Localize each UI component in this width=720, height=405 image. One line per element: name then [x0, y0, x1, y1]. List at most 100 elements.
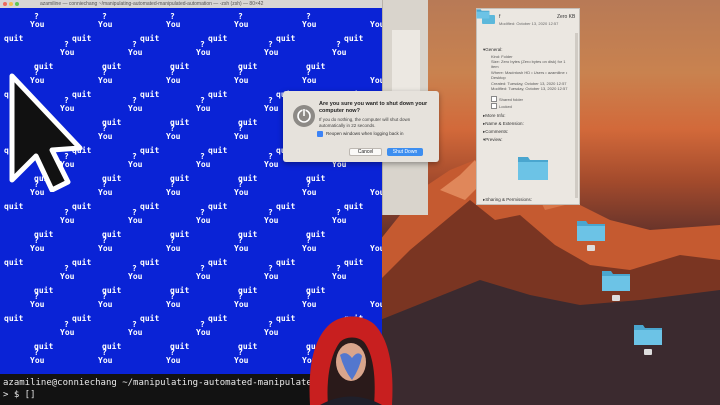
terminal-quit-word: quit: [344, 202, 364, 211]
terminal-you-word: You: [98, 20, 113, 29]
terminal-quit-word: quit: [140, 34, 160, 43]
dialog-title: Are you sure you want to shut down your …: [319, 101, 428, 114]
terminal-you-word: You: [264, 160, 279, 169]
power-icon: [293, 105, 315, 127]
terminal-you-word: You: [60, 216, 75, 225]
terminal-quit-word: quit: [140, 258, 160, 267]
desktop-folder-icon[interactable]: [601, 268, 631, 292]
terminal-you-word: You: [370, 76, 382, 85]
info-scrollbar[interactable]: [575, 33, 578, 198]
terminal-you-word: You: [98, 244, 113, 253]
terminal-you-word: You: [30, 356, 45, 365]
terminal-you-word: You: [196, 216, 211, 225]
terminal-you-word: You: [302, 244, 317, 253]
terminal-you-word: You: [166, 20, 181, 29]
terminal-you-word: You: [60, 48, 75, 57]
comments-section-toggle[interactable]: Comments:: [483, 129, 508, 135]
terminal-you-word: You: [98, 356, 113, 365]
shut-down-button[interactable]: Shut Down: [387, 148, 423, 156]
terminal-quit-word: quit: [208, 314, 228, 323]
terminal-quit-word: quit: [72, 314, 92, 323]
terminal-you-word: You: [128, 104, 143, 113]
terminal-you-word: You: [128, 272, 143, 281]
terminal-you-word: You: [234, 76, 249, 85]
terminal-quit-word: quit: [72, 34, 92, 43]
terminal-quit-word: quit: [4, 314, 24, 323]
terminal-you-word: You: [370, 20, 382, 29]
more-info-section-toggle[interactable]: More Info:: [483, 113, 505, 119]
terminal-you-word: You: [234, 300, 249, 309]
desktop-folder-label: [612, 295, 620, 301]
terminal-you-word: You: [128, 328, 143, 337]
terminal-you-word: You: [234, 244, 249, 253]
terminal-you-word: You: [332, 272, 347, 281]
info-size-line: Size: Zero bytes (Zero bytes on disk) fo…: [491, 59, 566, 69]
terminal-you-word: You: [98, 132, 113, 141]
terminal-you-word: You: [166, 132, 181, 141]
terminal-you-word: You: [302, 188, 317, 197]
terminal-quit-word: quit: [276, 202, 296, 211]
terminal-titlebar[interactable]: azamiline — conniechang ~/manipulating-a…: [0, 0, 382, 8]
terminal-you-word: You: [264, 328, 279, 337]
terminal-quit-word: quit: [276, 258, 296, 267]
terminal-quit-word: quit: [208, 202, 228, 211]
terminal-quit-word: quit: [4, 202, 24, 211]
desktop-folder-icon[interactable]: [576, 218, 606, 242]
info-where: Where: Macintosh HD • Users • azamiline …: [491, 70, 568, 80]
sharing-permissions-section-toggle[interactable]: Sharing & Permissions:: [483, 197, 532, 203]
close-window-icon[interactable]: [3, 2, 7, 6]
terminal-you-word: You: [98, 76, 113, 85]
terminal-quit-word: quit: [208, 90, 228, 99]
desktop-folder-icon[interactable]: [633, 322, 663, 346]
desktop-folder-label: [644, 349, 652, 355]
terminal-you-word: You: [128, 216, 143, 225]
terminal-quit-word: quit: [208, 34, 228, 43]
name-extension-section-toggle[interactable]: Name & Extension:: [483, 121, 524, 127]
reopen-windows-label: Reopen windows when logging back in: [326, 131, 404, 136]
terminal-quit-word: quit: [140, 146, 160, 155]
terminal-quit-word: quit: [208, 146, 228, 155]
minimize-window-icon[interactable]: [9, 2, 13, 6]
preview-section-toggle[interactable]: Preview:: [483, 137, 502, 143]
terminal-you-word: You: [166, 188, 181, 197]
terminal-you-word: You: [302, 300, 317, 309]
info-modified-date: Modified: October 13, 2020 12:57: [499, 21, 559, 26]
terminal-you-word: You: [264, 48, 279, 57]
terminal-you-word: You: [166, 244, 181, 253]
terminal-you-word: You: [30, 20, 45, 29]
terminal-you-word: You: [98, 300, 113, 309]
terminal-you-word: You: [128, 160, 143, 169]
cancel-button[interactable]: Cancel: [349, 148, 382, 156]
terminal-quit-word: quit: [4, 258, 24, 267]
terminal-title: azamiline — conniechang ~/manipulating-a…: [40, 1, 264, 7]
terminal-you-word: You: [128, 48, 143, 57]
reopen-windows-checkbox-row[interactable]: Reopen windows when logging back in: [317, 130, 404, 137]
prompt-input[interactable]: > $ []: [3, 390, 36, 400]
terminal-you-word: You: [234, 20, 249, 29]
terminal-you-word: You: [234, 188, 249, 197]
terminal-quit-word: quit: [276, 34, 296, 43]
reopen-windows-checkbox[interactable]: [317, 130, 323, 137]
desktop-folder-icon[interactable]: [476, 8, 490, 19]
dialog-message: If you do nothing, the computer will shu…: [319, 117, 411, 128]
info-file-size: Zero KB: [557, 14, 576, 20]
prompt-symbol: > $ []: [3, 390, 36, 400]
zoom-window-icon[interactable]: [15, 2, 19, 6]
terminal-you-word: You: [332, 48, 347, 57]
terminal-you-word: You: [98, 188, 113, 197]
info-file-name: f: [499, 14, 501, 20]
terminal-you-word: You: [166, 300, 181, 309]
terminal-quit-word: quit: [140, 90, 160, 99]
terminal-you-word: You: [60, 272, 75, 281]
terminal-you-word: You: [30, 244, 45, 253]
webcam-person-image: [309, 316, 393, 405]
locked-checkbox[interactable]: Locked: [491, 103, 512, 109]
terminal-quit-word: quit: [140, 314, 160, 323]
terminal-you-word: You: [234, 356, 249, 365]
terminal-quit-word: quit: [344, 34, 364, 43]
general-section-toggle[interactable]: General:: [483, 47, 502, 53]
terminal-you-word: You: [166, 356, 181, 365]
terminal-quit-word: quit: [72, 202, 92, 211]
cursor-arrow-icon: [9, 73, 83, 192]
shared-folder-checkbox[interactable]: Shared folder: [491, 96, 523, 102]
